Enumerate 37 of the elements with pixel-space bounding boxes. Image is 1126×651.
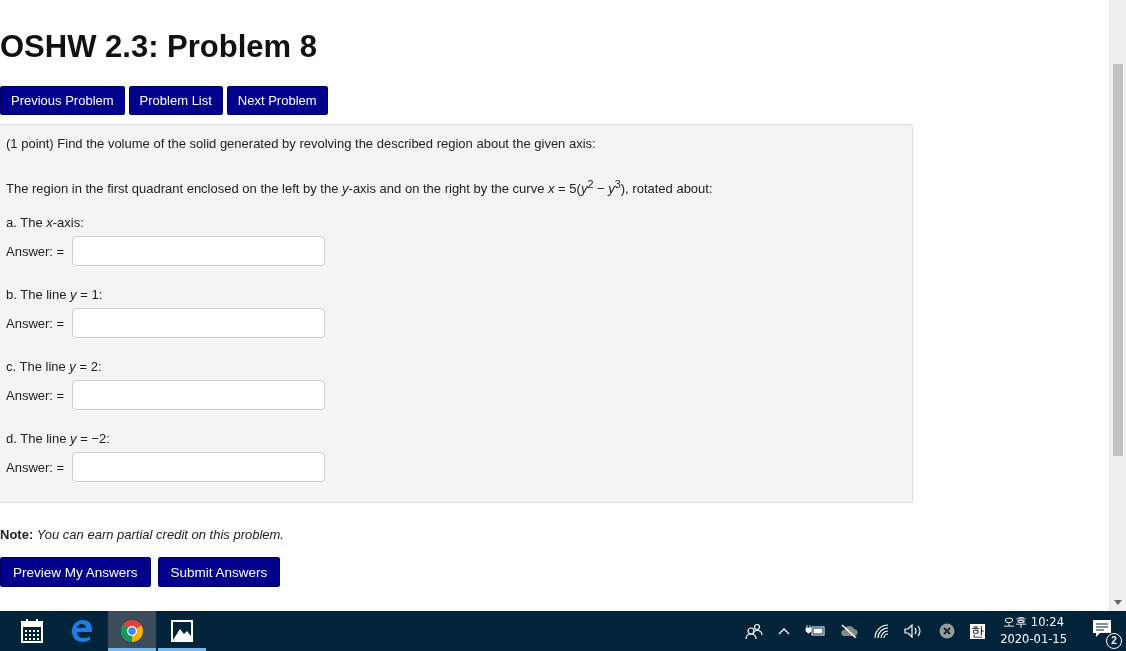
browser-e-icon — [71, 620, 93, 642]
part-label: c. The line y = 2: — [6, 359, 102, 375]
clock[interactable]: 오후 10:24 2020-01-15 — [1000, 614, 1067, 648]
nav-button[interactable]: Problem List — [128, 86, 223, 115]
submit-button[interactable]: Preview My Answers — [0, 557, 151, 587]
error-icon[interactable] — [939, 623, 956, 639]
part-label: a. The x-axis: — [6, 215, 84, 231]
part-label: b. The line y = 1: — [6, 287, 103, 303]
problem-intro: (1 point) Find the volume of the solid generated by revolving the described region about the given axis: — [6, 135, 597, 153]
caret-up-icon[interactable] — [778, 627, 791, 635]
problem-statement: The region in the first quadrant enclosed on the left by the y-axis and on the right by the curve x = 5(y$^{2}$ − y$^{3}$), rotated about: — [6, 177, 714, 199]
scroll-down-icon[interactable] — [1114, 600, 1122, 605]
part-label: d. The line y = −2: — [6, 431, 110, 447]
battery-icon[interactable] — [805, 625, 826, 637]
answer-label: Answer: = — [6, 387, 65, 403]
answer-field[interactable] — [72, 236, 326, 267]
answer-label: Answer: = — [6, 459, 65, 475]
note-text: Note: You can earn partial credit on this problem. — [0, 527, 285, 542]
scrollbar[interactable] — [1109, 0, 1126, 611]
calendar-icon — [21, 619, 43, 643]
answer-label: Answer: = — [6, 243, 65, 259]
nav-button[interactable]: Next Problem — [226, 86, 328, 115]
answer-field[interactable] — [72, 308, 326, 339]
scrollbar-thumb[interactable] — [1113, 64, 1123, 456]
people-icon[interactable] — [745, 623, 764, 639]
answer-field[interactable] — [72, 452, 326, 483]
cloud-off-icon[interactable] — [840, 624, 859, 638]
answer-field[interactable] — [72, 380, 326, 411]
answer-label: Answer: = — [6, 315, 65, 331]
problem-title: OSHW 2.3: Problem 8 — [0, 28, 318, 66]
chrome-icon — [120, 619, 144, 643]
submit-button[interactable]: Submit Answers — [157, 557, 281, 587]
nav-button[interactable]: Previous Problem — [0, 86, 125, 115]
photos-icon — [171, 620, 193, 642]
ime-indicator[interactable]: 한 — [970, 623, 986, 639]
notification-count: 2 — [1106, 633, 1122, 649]
wifi-icon[interactable] — [873, 623, 890, 639]
